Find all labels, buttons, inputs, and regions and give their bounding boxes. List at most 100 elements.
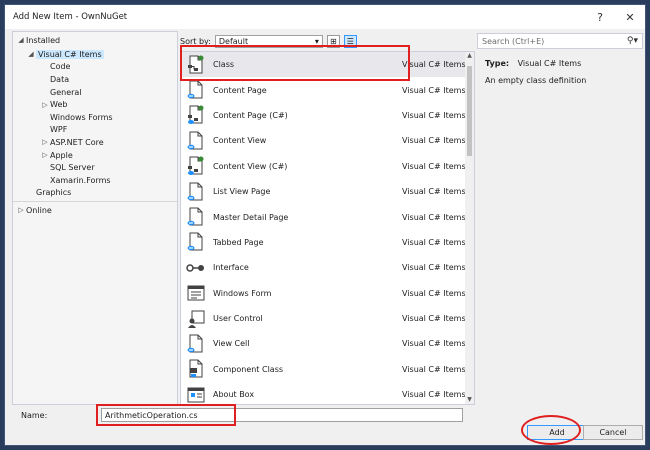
expand-arrow-icon[interactable]: ▷	[40, 101, 50, 109]
template-category: Visual C# Items	[402, 339, 466, 349]
component-class-icon	[185, 359, 207, 379]
tree-node-wpf[interactable]: WPF	[13, 124, 177, 137]
tree-node-web[interactable]: ▷ Web	[13, 98, 177, 111]
cancel-button[interactable]: Cancel	[583, 425, 643, 440]
template-name: Component Class	[213, 364, 284, 374]
close-button[interactable]: ✕	[615, 5, 645, 29]
collapse-arrow-icon[interactable]: ◢	[26, 50, 36, 58]
expand-arrow-icon[interactable]: ▷	[40, 151, 50, 159]
template-category: Visual C# Items	[402, 136, 466, 146]
type-key: Type:	[485, 59, 510, 68]
tree-node-label: Code	[50, 62, 71, 72]
tree-node-label: Apple	[50, 150, 73, 160]
xaml-page-icon	[185, 334, 207, 354]
template-name: Content View	[213, 136, 267, 146]
tree-node-label: General	[50, 87, 82, 97]
collapse-arrow-icon[interactable]: ◢	[16, 36, 26, 44]
scroll-thumb[interactable]	[467, 66, 472, 156]
tree-node-windows-forms[interactable]: Windows Forms	[13, 111, 177, 124]
user-control-icon	[185, 309, 207, 329]
template-row[interactable]: Tabbed Page Visual C# Items	[181, 230, 474, 255]
scroll-down-icon[interactable]: ▼	[465, 396, 474, 404]
tree-children: ◢ Visual C# Items Code Data General ▷ Web Windo…	[13, 48, 177, 199]
template-name: Class	[213, 60, 235, 70]
sort-dropdown[interactable]: Default ▾	[214, 34, 323, 48]
template-row[interactable]: Windows Form Visual C# Items	[181, 281, 474, 306]
tree-node-general[interactable]: General	[13, 86, 177, 99]
template-row[interactable]: Class Visual C# Items	[181, 52, 474, 78]
template-name: About Box	[213, 390, 255, 400]
template-name: User Control	[213, 314, 263, 324]
name-field[interactable]	[101, 408, 463, 422]
category-tree: ◢ Installed ◢ Visual C# Items Code Data Gene…	[12, 31, 178, 405]
template-row[interactable]: Master Detail Page Visual C# Items	[181, 204, 474, 229]
cs-page-icon	[185, 105, 207, 125]
tree-node-online[interactable]: ▷ Online	[13, 204, 177, 217]
template-row[interactable]: Content Page Visual C# Items	[181, 77, 474, 102]
sort-label: Sort by:	[180, 36, 211, 46]
template-name: List View Page	[213, 187, 271, 197]
template-category: Visual C# Items	[402, 390, 466, 400]
sort-toolbar: Sort by: Default ▾ ⊞ ☰	[180, 33, 472, 49]
scroll-up-icon[interactable]: ▲	[465, 52, 474, 60]
tree-node-label: SQL Server	[50, 163, 95, 173]
template-category: Visual C# Items	[402, 60, 466, 70]
item-description: An empty class definition	[485, 76, 587, 85]
tree-node-label: Graphics	[36, 188, 72, 198]
tree-node-code[interactable]: Code	[13, 61, 177, 74]
expand-arrow-icon[interactable]: ▷	[16, 206, 26, 214]
expand-arrow-icon[interactable]: ▷	[40, 138, 50, 146]
search-placeholder: Search (Ctrl+E)	[482, 36, 545, 46]
tree-node-visual-c-items[interactable]: ◢ Visual C# Items	[13, 48, 177, 61]
details-pane: Type: Visual C# Items An empty class def…	[477, 51, 645, 405]
template-name: View Cell	[213, 339, 250, 349]
xaml-page-icon	[185, 232, 207, 252]
template-name: Content Page (C#)	[213, 110, 288, 120]
template-row[interactable]: About Box Visual C# Items	[181, 382, 474, 404]
template-name: Windows Form	[213, 288, 272, 298]
tree-node-label: Xamarin.Forms	[50, 175, 111, 185]
vertical-scrollbar[interactable]: ▲ ▼	[465, 52, 474, 404]
chevron-down-icon: ▾	[314, 36, 319, 46]
tree-node-sql-server[interactable]: SQL Server	[13, 161, 177, 174]
template-category: Visual C# Items	[402, 187, 466, 197]
list-view-button[interactable]: ☰	[343, 34, 357, 48]
search-icon[interactable]: ⚲▾	[627, 36, 638, 46]
tree-node-asp-net-core[interactable]: ▷ ASP.NET Core	[13, 136, 177, 149]
tree-node-label: Web	[50, 100, 68, 110]
add-button[interactable]: Add	[527, 425, 587, 440]
template-row[interactable]: Content View Visual C# Items	[181, 128, 474, 153]
template-row[interactable]: User Control Visual C# Items	[181, 306, 474, 331]
tree-node-label: WPF	[50, 125, 68, 135]
template-category: Visual C# Items	[402, 85, 466, 95]
tree-node-apple[interactable]: ▷ Apple	[13, 149, 177, 162]
tree-node-label: Online	[26, 205, 52, 215]
template-row[interactable]: Content View (C#) Visual C# Items	[181, 154, 474, 179]
tree-node-xamarin-forms[interactable]: Xamarin.Forms	[13, 174, 177, 187]
tree-node-installed[interactable]: ◢ Installed	[13, 32, 177, 48]
template-category: Visual C# Items	[402, 314, 466, 324]
tree-node-label: ASP.NET Core	[50, 137, 104, 147]
windows-form-icon	[185, 283, 207, 303]
class-file-icon	[185, 55, 207, 75]
template-list: Class Visual C# Items Content Page Visual C…	[180, 51, 475, 405]
tree-node-label: Windows Forms	[50, 112, 113, 122]
cs-page-icon	[185, 156, 207, 176]
tree-node-label: Installed	[26, 35, 61, 45]
template-name: Content Page	[213, 85, 267, 95]
template-row[interactable]: Interface Visual C# Items	[181, 255, 474, 280]
bottom-bar: Name: Add Cancel	[5, 405, 645, 445]
template-row[interactable]: List View Page Visual C# Items	[181, 179, 474, 204]
template-row[interactable]: Component Class Visual C# Items	[181, 357, 474, 382]
tree-node-graphics[interactable]: Graphics	[13, 187, 177, 200]
template-category: Visual C# Items	[402, 161, 466, 171]
template-row[interactable]: View Cell Visual C# Items	[181, 331, 474, 356]
xaml-page-icon	[185, 207, 207, 227]
template-name: Tabbed Page	[213, 237, 264, 247]
template-name: Master Detail Page	[213, 212, 289, 222]
small-icons-view-button[interactable]: ⊞	[326, 34, 340, 48]
search-box[interactable]: Search (Ctrl+E) ⚲▾	[477, 33, 643, 49]
tree-node-data[interactable]: Data	[13, 73, 177, 86]
help-button[interactable]: ?	[585, 5, 615, 29]
template-row[interactable]: Content Page (C#) Visual C# Items	[181, 103, 474, 128]
